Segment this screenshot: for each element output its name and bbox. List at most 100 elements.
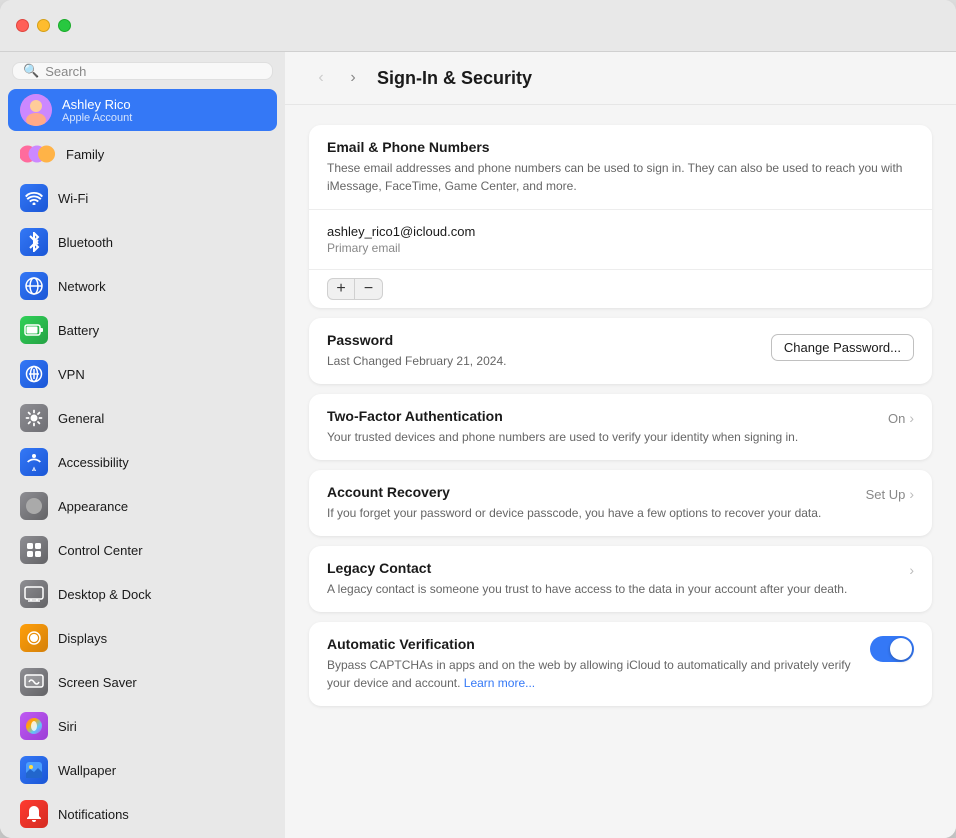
- sidebar-item-label: General: [58, 411, 104, 426]
- sidebar-item-label: Battery: [58, 323, 99, 338]
- sidebar-item-accessibility[interactable]: Accessibility: [8, 441, 277, 483]
- window: 🔍 Search Ashley Rico Apple Account: [0, 0, 956, 838]
- password-info: Password Last Changed February 21, 2024.: [327, 332, 506, 370]
- back-button[interactable]: ‹: [309, 66, 333, 90]
- sidebar-item-displays[interactable]: Displays: [8, 617, 277, 659]
- sidebar-item-desktop[interactable]: Desktop & Dock: [8, 573, 277, 615]
- user-name: Ashley Rico: [62, 97, 132, 112]
- accessibility-icon: [20, 448, 48, 476]
- sidebar-item-family[interactable]: Family: [8, 133, 277, 175]
- search-icon: 🔍: [23, 63, 39, 79]
- notifications-icon: [20, 800, 48, 828]
- account-recovery-title: Account Recovery: [327, 484, 866, 500]
- add-email-button[interactable]: +: [327, 278, 355, 300]
- legacy-contact-card: Legacy Contact A legacy contact is someo…: [309, 546, 932, 612]
- sidebar-item-label: VPN: [58, 367, 85, 382]
- sidebar-item-general[interactable]: General: [8, 397, 277, 439]
- sidebar-item-screensaver[interactable]: Screen Saver: [8, 661, 277, 703]
- content-area: ‹ › Sign-In & Security Email & Phone Num…: [285, 52, 956, 838]
- two-factor-card: Two-Factor Authentication Your trusted d…: [309, 394, 932, 460]
- avatar: [20, 94, 52, 126]
- password-row: Password Last Changed February 21, 2024.…: [309, 318, 932, 384]
- email-value: ashley_rico1@icloud.com: [327, 224, 914, 239]
- automatic-verification-row: Automatic Verification Bypass CAPTCHAs i…: [309, 622, 932, 706]
- sidebar-item-bluetooth[interactable]: Bluetooth: [8, 221, 277, 263]
- sidebar-item-label: Bluetooth: [58, 235, 113, 250]
- user-subtitle: Apple Account: [62, 112, 132, 124]
- chevron-right-icon: ›: [909, 410, 914, 426]
- search-placeholder: Search: [45, 64, 86, 79]
- email-value-row: ashley_rico1@icloud.com Primary email: [309, 210, 932, 270]
- account-recovery-status-text: Set Up: [866, 487, 906, 502]
- two-factor-title: Two-Factor Authentication: [327, 408, 888, 424]
- automatic-verification-desc: Bypass CAPTCHAs in apps and on the web b…: [327, 656, 870, 692]
- sidebar-item-apple-account[interactable]: Ashley Rico Apple Account: [8, 89, 277, 131]
- sidebar-item-label: Wi-Fi: [58, 191, 88, 206]
- sidebar-item-label: Control Center: [58, 543, 143, 558]
- settings-body: Email & Phone Numbers These email addres…: [285, 105, 956, 726]
- desktop-icon: [20, 580, 48, 608]
- wifi-icon: [20, 184, 48, 212]
- password-last-changed: Last Changed February 21, 2024.: [327, 352, 506, 370]
- sidebar-item-appearance[interactable]: Appearance: [8, 485, 277, 527]
- sidebar-item-label: Wallpaper: [58, 763, 116, 778]
- email-phone-desc: These email addresses and phone numbers …: [327, 159, 914, 195]
- sidebar: 🔍 Search Ashley Rico Apple Account: [0, 52, 285, 838]
- bluetooth-icon: [20, 228, 48, 256]
- account-recovery-card: Account Recovery If you forget your pass…: [309, 470, 932, 536]
- displays-icon: [20, 624, 48, 652]
- sidebar-item-notifications[interactable]: Notifications: [8, 793, 277, 835]
- remove-email-button[interactable]: −: [355, 278, 383, 300]
- forward-button[interactable]: ›: [341, 66, 365, 90]
- legacy-contact-row[interactable]: Legacy Contact A legacy contact is someo…: [309, 546, 932, 612]
- password-card: Password Last Changed February 21, 2024.…: [309, 318, 932, 384]
- account-recovery-row[interactable]: Account Recovery If you forget your pass…: [309, 470, 932, 536]
- email-phone-title: Email & Phone Numbers: [327, 139, 914, 155]
- sidebar-item-label: Desktop & Dock: [58, 587, 151, 602]
- legacy-contact-title: Legacy Contact: [327, 560, 909, 576]
- sidebar-item-controlcenter[interactable]: Control Center: [8, 529, 277, 571]
- legacy-contact-chevron: ›: [909, 562, 914, 578]
- learn-more-link[interactable]: Learn more...: [464, 676, 535, 690]
- account-recovery-status: Set Up ›: [866, 486, 914, 502]
- two-factor-status-text: On: [888, 411, 905, 426]
- sidebar-item-label: Displays: [58, 631, 107, 646]
- sidebar-item-label: Network: [58, 279, 106, 294]
- chevron-right-icon: ›: [909, 562, 914, 578]
- screensaver-icon: [20, 668, 48, 696]
- content-header: ‹ › Sign-In & Security: [285, 52, 956, 105]
- sidebar-item-siri[interactable]: Siri: [8, 705, 277, 747]
- minimize-button[interactable]: [37, 19, 50, 32]
- change-password-button[interactable]: Change Password...: [771, 334, 914, 361]
- vpn-icon: [20, 360, 48, 388]
- search-bar[interactable]: 🔍 Search: [12, 62, 273, 80]
- automatic-verification-info: Automatic Verification Bypass CAPTCHAs i…: [327, 636, 870, 692]
- legacy-contact-desc: A legacy contact is someone you trust to…: [327, 580, 909, 598]
- sidebar-item-label: Family: [66, 147, 104, 162]
- battery-icon: [20, 316, 48, 344]
- sidebar-item-vpn[interactable]: VPN: [8, 353, 277, 395]
- account-recovery-info: Account Recovery If you forget your pass…: [327, 484, 866, 522]
- maximize-button[interactable]: [58, 19, 71, 32]
- appearance-icon: [20, 492, 48, 520]
- network-icon: [20, 272, 48, 300]
- sidebar-item-label: Appearance: [58, 499, 128, 514]
- email-type-label: Primary email: [327, 241, 914, 255]
- automatic-verification-card: Automatic Verification Bypass CAPTCHAs i…: [309, 622, 932, 706]
- account-recovery-desc: If you forget your password or device pa…: [327, 504, 866, 522]
- close-button[interactable]: [16, 19, 29, 32]
- sidebar-item-wifi[interactable]: Wi-Fi: [8, 177, 277, 219]
- titlebar: [0, 0, 956, 52]
- sidebar-item-network[interactable]: Network: [8, 265, 277, 307]
- two-factor-row[interactable]: Two-Factor Authentication Your trusted d…: [309, 394, 932, 460]
- legacy-contact-info: Legacy Contact A legacy contact is someo…: [327, 560, 909, 598]
- two-factor-status: On ›: [888, 410, 914, 426]
- general-icon: [20, 404, 48, 432]
- automatic-verification-toggle[interactable]: [870, 636, 914, 662]
- sidebar-item-wallpaper[interactable]: Wallpaper: [8, 749, 277, 791]
- add-remove-row: + −: [309, 270, 932, 308]
- sidebar-item-battery[interactable]: Battery: [8, 309, 277, 351]
- two-factor-info: Two-Factor Authentication Your trusted d…: [327, 408, 888, 446]
- sidebar-item-label: Notifications: [58, 807, 129, 822]
- apple-account-text: Ashley Rico Apple Account: [62, 97, 132, 124]
